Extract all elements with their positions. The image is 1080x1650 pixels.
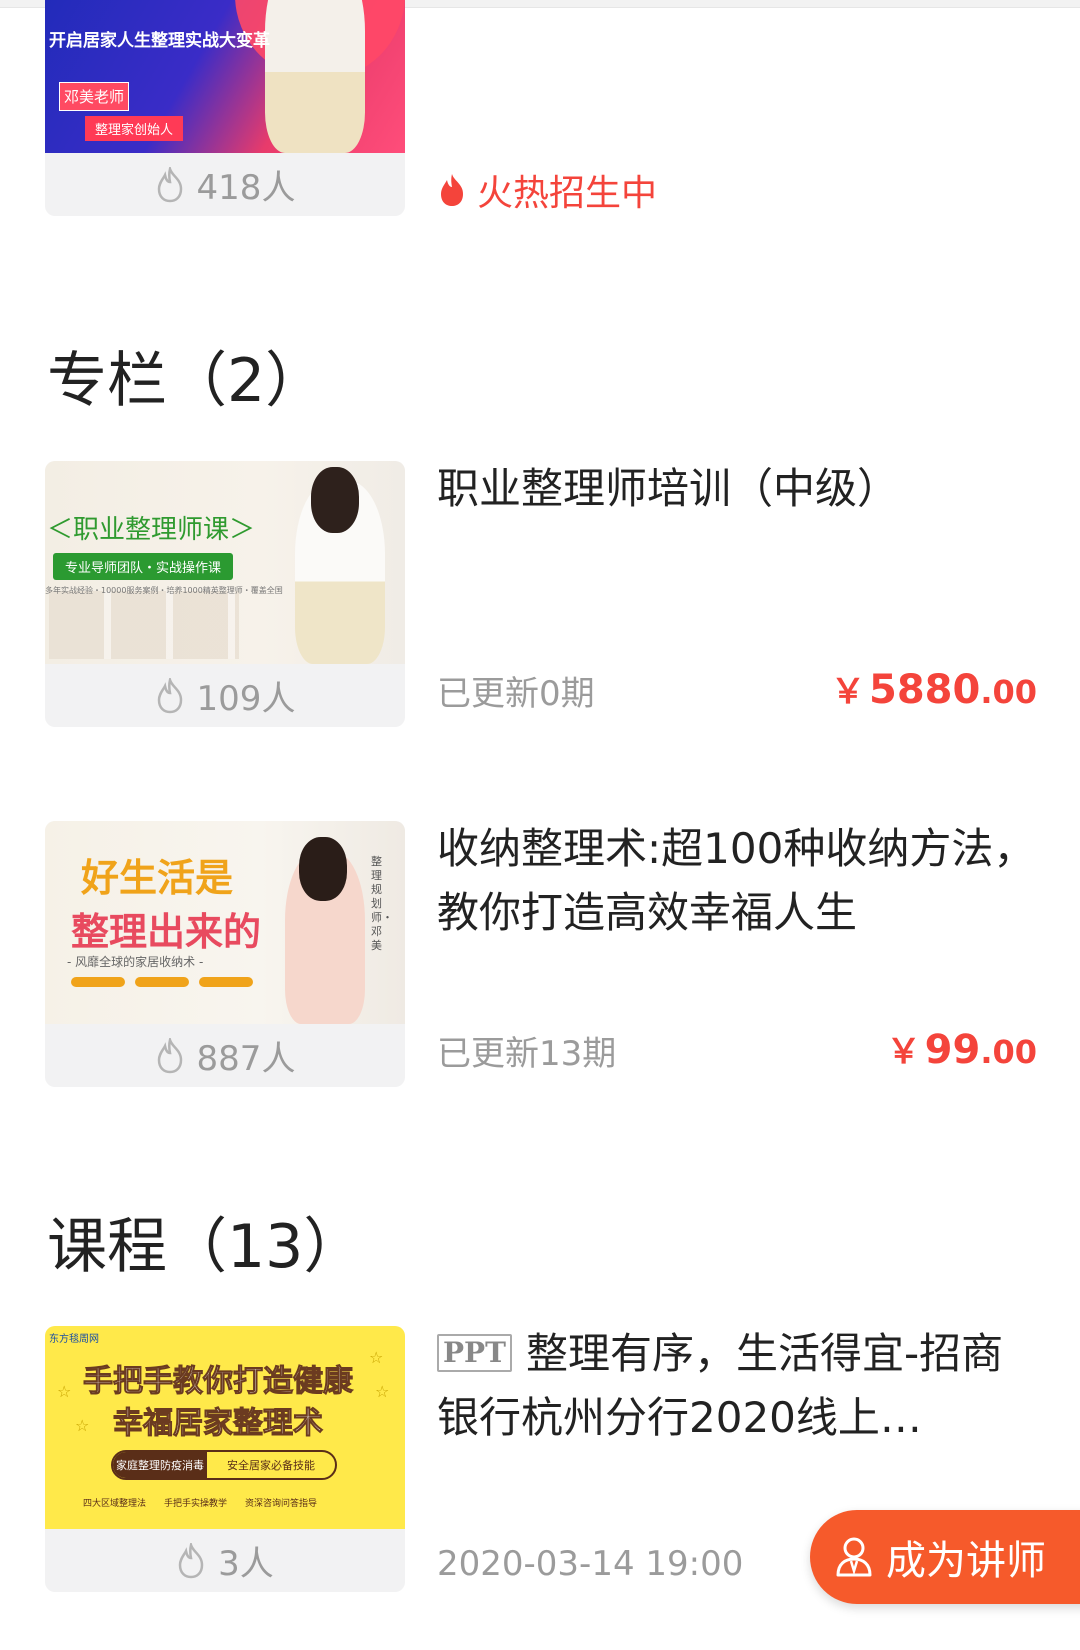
- price-currency: ￥: [830, 672, 865, 712]
- enrollment-count: 418人: [45, 153, 405, 216]
- star-icon: ☆: [57, 1382, 72, 1401]
- thumb-check-item: 四大区域整理法: [83, 1499, 147, 1509]
- course-title[interactable]: PPT 整理有序，生活得宜-招商银行杭州分行2020线上…: [437, 1322, 1037, 1450]
- column-title[interactable]: 职业整理师培训（中级）: [437, 457, 1037, 521]
- photo-strip: [49, 591, 239, 659]
- thumbnail-image: ＜职业整理师课＞ 专业导师团队・实战操作课 多年实战经验・10000服务案例・培…: [45, 461, 405, 664]
- fire-icon: [441, 174, 463, 206]
- thumb-vertical-text: 整理规划师・邓美: [371, 855, 393, 952]
- thumb-teacher-badge: 邓美老师: [59, 82, 130, 111]
- count-text: 418人: [196, 168, 296, 208]
- card-thumbnail[interactable]: 好生活是 整理出来的 - 风靡全球的家居收纳术 - 整理规划师・邓美 887人: [45, 821, 405, 1087]
- count-text: 3人: [218, 1544, 274, 1584]
- thumb-line-1: 好生活是: [81, 856, 234, 900]
- page: 开启居家人生整理实战大变革 邓美老师 整理家创始人 418人 火热招生中 专栏（…: [0, 0, 1080, 1650]
- price-currency: ￥: [886, 1032, 921, 1072]
- flame-icon: [157, 166, 182, 202]
- thumbnail-image: 东方毯周网 ☆ ☆ ☆ ☆ 手把手教你打造健康 幸福居家整理术 家庭整理防疫消毒…: [45, 1326, 405, 1529]
- thumb-line-3: - 风靡全球的家居收纳术 -: [67, 955, 204, 969]
- thumbnail-image: 好生活是 整理出来的 - 风靡全球的家居收纳术 - 整理规划师・邓美: [45, 821, 405, 1024]
- thumb-checks: 四大区域整理法 手把手实操教学 资深咨询问答指导: [83, 1496, 317, 1509]
- price: ￥ 5880.00: [831, 664, 1037, 713]
- thumb-pills: [71, 977, 253, 987]
- become-lecturer-label: 成为讲师: [886, 1538, 1046, 1584]
- count-text: 109人: [196, 679, 296, 719]
- update-status: 已更新0期: [437, 674, 595, 714]
- thumb-brand: 东方毯周网: [49, 1334, 99, 1345]
- price-integer: 5880: [868, 667, 981, 713]
- lecturer-icon: [836, 1537, 872, 1577]
- subscriber-count: 887人: [45, 1024, 405, 1087]
- price-integer: 99: [924, 1027, 981, 1073]
- hot-status-text: 火热招生中: [477, 173, 658, 214]
- hot-status: 火热招生中: [437, 164, 657, 216]
- thumb-pill: 专业导师团队・实战操作课: [53, 553, 234, 580]
- thumb-line-1: 手把手教你打造健康: [83, 1364, 354, 1400]
- thumb-small-text: 多年实战经验・10000服务案例・培养1000精英整理师・覆盖全国: [45, 586, 283, 595]
- thumb-bar-b: 安全居家必备技能: [227, 1459, 315, 1472]
- ppt-tag: PPT: [437, 1334, 512, 1372]
- columns-section-title: 专栏（2）: [47, 346, 326, 416]
- course-datetime: 2020-03-14 19:00: [437, 1544, 744, 1584]
- presenter-head: [299, 837, 347, 901]
- card-thumbnail[interactable]: 开启居家人生整理实战大变革 邓美老师 整理家创始人 418人: [45, 0, 405, 216]
- flame-icon: [157, 677, 182, 713]
- thumb-check-item: 资深咨询问答指导: [245, 1499, 318, 1509]
- star-icon: ☆: [75, 1416, 90, 1435]
- subscriber-count: 109人: [45, 664, 405, 727]
- attendee-count: 3人: [45, 1529, 405, 1592]
- card-info: 收纳整理术:超100种收纳方法，教你打造高效幸福人生 已更新13期 ￥ 99.00: [437, 821, 1037, 1087]
- thumb-bar: 家庭整理防疫消毒 安全居家必备技能: [111, 1450, 337, 1480]
- thumb-title: ＜职业整理师课＞: [47, 515, 256, 545]
- price: ￥ 99.00: [887, 1024, 1037, 1073]
- thumb-subtitle: 开启居家人生整理实战大变革: [49, 31, 270, 51]
- column-title[interactable]: 收纳整理术:超100种收纳方法，教你打造高效幸福人生: [437, 817, 1037, 945]
- thumb-line-2: 幸福居家整理术: [113, 1406, 324, 1442]
- become-lecturer-button[interactable]: 成为讲师: [810, 1510, 1080, 1604]
- card-thumbnail[interactable]: 东方毯周网 ☆ ☆ ☆ ☆ 手把手教你打造健康 幸福居家整理术 家庭整理防疫消毒…: [45, 1326, 405, 1592]
- course-title-text: 整理有序，生活得宜-招商银行杭州分行2020线上…: [437, 1329, 1004, 1442]
- count-text: 887人: [196, 1039, 296, 1079]
- thumb-bar-a: 家庭整理防疫消毒: [113, 1452, 207, 1478]
- card-thumbnail[interactable]: ＜职业整理师课＞ 专业导师团队・实战操作课 多年实战经验・10000服务案例・培…: [45, 461, 405, 727]
- star-icon: ☆: [375, 1382, 390, 1401]
- thumb-role-badge: 整理家创始人: [85, 116, 184, 141]
- presenter-head: [311, 467, 359, 533]
- courses-section-title: 课程（13）: [47, 1212, 364, 1282]
- thumb-check-item: 手把手实操教学: [164, 1499, 228, 1509]
- flame-icon: [178, 1542, 204, 1578]
- flame-icon: [157, 1037, 182, 1073]
- update-status: 已更新13期: [437, 1034, 617, 1074]
- price-decimal: .00: [980, 673, 1037, 711]
- card-info: 职业整理师培训（中级） 已更新0期 ￥ 5880.00: [437, 461, 1037, 727]
- price-decimal: .00: [980, 1033, 1037, 1071]
- thumb-line-2: 整理出来的: [71, 910, 262, 954]
- presenter-figure: [265, 0, 365, 153]
- thumbnail-image: 开启居家人生整理实战大变革 邓美老师 整理家创始人: [45, 0, 405, 153]
- star-icon: ☆: [369, 1348, 384, 1367]
